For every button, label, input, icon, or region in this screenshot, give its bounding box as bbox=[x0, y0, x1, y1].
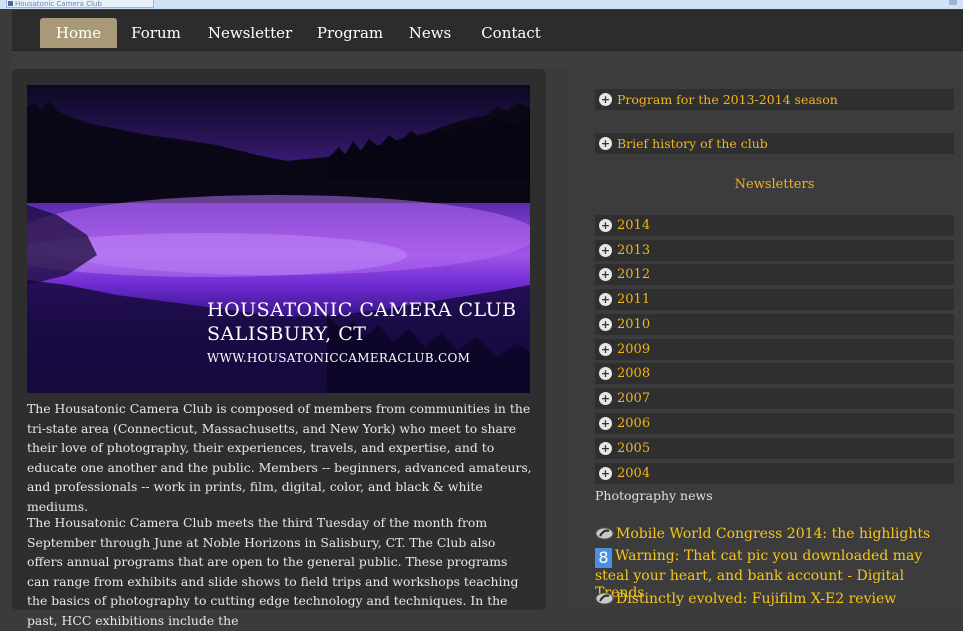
hero-image: HOUSATONIC CAMERA CLUB SALISBURY, CT WWW… bbox=[27, 85, 530, 393]
year-label: 2005 bbox=[617, 441, 651, 456]
newsletter-year-2010[interactable]: +2010 bbox=[595, 314, 954, 335]
year-label: 2010 bbox=[617, 317, 651, 332]
hero-title: HOUSATONIC CAMERA CLUB bbox=[207, 299, 517, 321]
plus-circle-icon: + bbox=[599, 93, 612, 106]
plus-circle-icon: + bbox=[599, 318, 612, 331]
plus-circle-icon: + bbox=[599, 268, 612, 281]
browser-tab[interactable]: Housatonic Camera Club bbox=[6, 0, 154, 8]
history-accordion[interactable]: + Brief history of the club bbox=[595, 133, 954, 154]
plus-circle-icon: + bbox=[599, 137, 612, 150]
newsletter-year-2005[interactable]: +2005 bbox=[595, 438, 954, 459]
plus-circle-icon: + bbox=[599, 244, 612, 257]
nav-forum[interactable]: Forum bbox=[124, 18, 188, 48]
hero-url: WWW.HOUSATONICCAMERACLUB.COM bbox=[207, 351, 471, 365]
newsletter-year-2004[interactable]: +2004 bbox=[595, 463, 954, 484]
plus-circle-icon: + bbox=[599, 417, 612, 430]
year-label: 2009 bbox=[617, 342, 651, 357]
newsletter-year-2006[interactable]: +2006 bbox=[595, 413, 954, 434]
nav-news[interactable]: News bbox=[405, 18, 455, 48]
newsletters-heading: Newsletters bbox=[734, 177, 815, 192]
year-label: 2007 bbox=[617, 391, 651, 406]
plus-circle-icon: + bbox=[599, 367, 612, 380]
program-link-label: Program for the 2013-2014 season bbox=[617, 92, 838, 107]
browser-tab-title: Housatonic Camera Club bbox=[15, 0, 102, 8]
lake-landscape-graphic bbox=[27, 101, 530, 393]
newsletter-year-2007[interactable]: +2007 bbox=[595, 388, 954, 409]
browser-tab-strip: Housatonic Camera Club bbox=[0, 0, 963, 9]
newsletter-year-2012[interactable]: +2012 bbox=[595, 264, 954, 285]
year-label: 2014 bbox=[617, 218, 651, 233]
nav-newsletter[interactable]: Newsletter bbox=[204, 18, 296, 48]
news-title: Mobile World Congress 2014: the highligh… bbox=[616, 526, 931, 542]
plus-circle-icon: + bbox=[599, 293, 612, 306]
main-navigation: Home Forum Newsletter Program News Conta… bbox=[12, 10, 963, 51]
nav-contact[interactable]: Contact bbox=[475, 18, 547, 48]
year-label: 2006 bbox=[617, 416, 651, 431]
news-feed-icon bbox=[595, 527, 614, 540]
news-feed-icon bbox=[595, 592, 614, 605]
nav-home[interactable]: Home bbox=[40, 18, 117, 48]
year-label: 2012 bbox=[617, 267, 651, 282]
nav-program[interactable]: Program bbox=[312, 18, 388, 48]
newsletter-year-2008[interactable]: +2008 bbox=[595, 363, 954, 384]
tab-control-icon[interactable] bbox=[949, 0, 957, 5]
program-accordion[interactable]: + Program for the 2013-2014 season bbox=[595, 89, 954, 110]
news-link[interactable]: Distinctly evolved: Fujifilm X-E2 review bbox=[595, 591, 955, 608]
plus-circle-icon: + bbox=[599, 343, 612, 356]
newsletter-year-2013[interactable]: +2013 bbox=[595, 240, 954, 261]
history-link-label: Brief history of the club bbox=[617, 136, 768, 151]
google-icon: 8 bbox=[595, 548, 612, 568]
favicon-icon bbox=[8, 1, 13, 6]
plus-circle-icon: + bbox=[599, 392, 612, 405]
year-label: 2008 bbox=[617, 366, 651, 381]
hero-subtitle: SALISBURY, CT bbox=[207, 323, 367, 345]
newsletter-year-2014[interactable]: +2014 bbox=[595, 215, 954, 236]
year-label: 2013 bbox=[617, 243, 651, 258]
intro-paragraph: The Housatonic Camera Club is composed o… bbox=[27, 401, 532, 514]
newsletter-year-2009[interactable]: +2009 bbox=[595, 339, 954, 360]
plus-circle-icon: + bbox=[599, 467, 612, 480]
news-link[interactable]: Mobile World Congress 2014: the highligh… bbox=[595, 526, 955, 543]
photography-news-heading: Photography news bbox=[595, 488, 713, 503]
plus-circle-icon: + bbox=[599, 219, 612, 232]
plus-circle-icon: + bbox=[599, 442, 612, 455]
nav-sub-bar bbox=[12, 51, 963, 68]
year-label: 2004 bbox=[617, 466, 651, 481]
newsletter-year-2011[interactable]: +2011 bbox=[595, 289, 954, 310]
meetings-paragraph: The Housatonic Camera Club meets the thi… bbox=[27, 515, 519, 628]
year-label: 2011 bbox=[617, 292, 651, 307]
news-title: Distinctly evolved: Fujifilm X-E2 review bbox=[616, 591, 897, 607]
